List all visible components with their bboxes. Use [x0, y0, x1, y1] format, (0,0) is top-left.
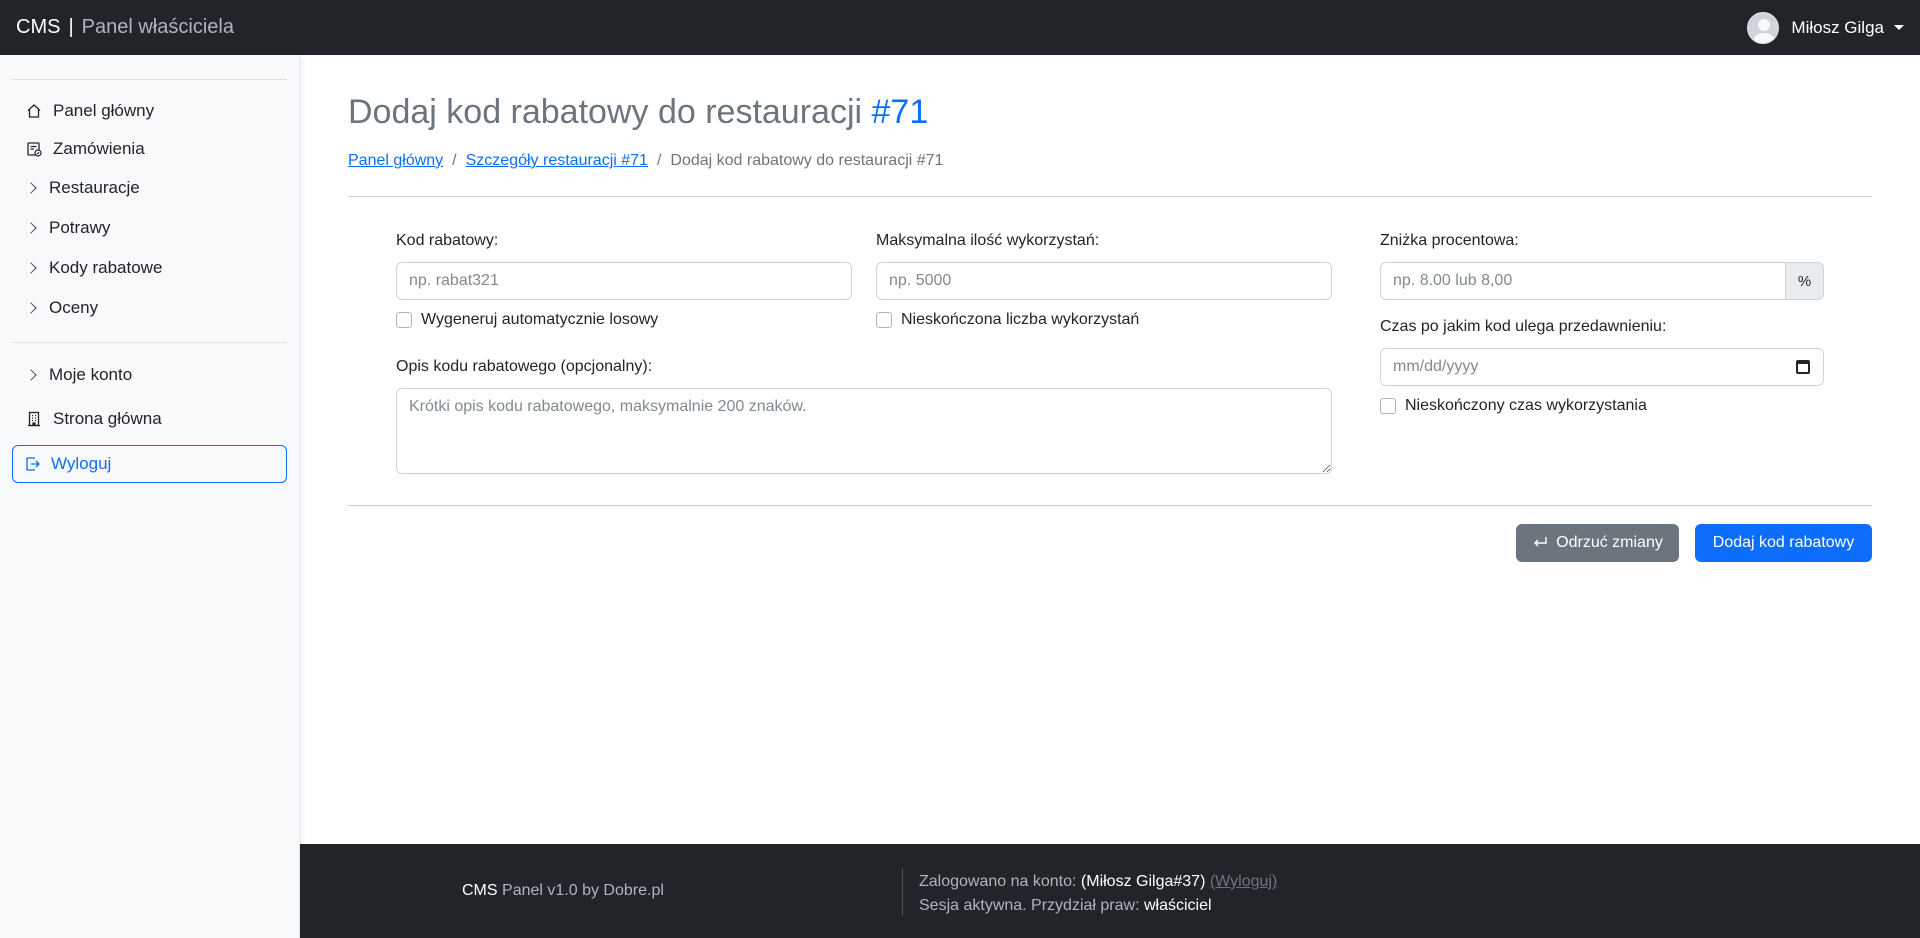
breadcrumb-details-link[interactable]: Szczegóły restauracji #71: [466, 152, 648, 170]
brand-subtitle: Panel właściciela: [81, 16, 234, 38]
breadcrumb-home-link[interactable]: Panel główny: [348, 152, 443, 170]
sidebar-item-label: Potrawy: [49, 218, 111, 237]
page-title-id: #71: [871, 93, 929, 131]
footer-brand: CMS Panel v1.0 by Dobre.pl: [462, 882, 664, 900]
logged-in-prefix: Zalogowano na konto:: [919, 873, 1077, 890]
percent-addon: %: [1785, 262, 1824, 300]
infinite-uses-label: Nieskończona liczba wykorzystań: [901, 311, 1140, 328]
breadcrumb-divider: /: [656, 152, 662, 169]
sidebar-item-dishes[interactable]: Potrawy: [0, 208, 299, 248]
footer-brand-name: CMS: [462, 882, 498, 899]
description-textarea[interactable]: [396, 388, 1332, 474]
infinite-uses-checkbox-row[interactable]: Nieskończona liczba wykorzystań: [876, 311, 1139, 329]
brand-separator: |: [68, 16, 74, 38]
random-code-checkbox[interactable]: [396, 312, 412, 328]
logout-label: Wyloguj: [51, 454, 112, 473]
sidebar-item-dashboard[interactable]: Panel główny: [0, 92, 299, 130]
infinite-time-label: Nieskończony czas wykorzystania: [1405, 397, 1647, 414]
breadcrumb-current: Dodaj kod rabatowy do restauracji #71: [670, 152, 944, 169]
session-role: właściciel: [1143, 897, 1212, 914]
chevron-right-icon: [25, 182, 37, 194]
sidebar-item-label: Zamówienia: [53, 139, 145, 158]
calendar-icon[interactable]: [1796, 360, 1810, 374]
return-icon: [1532, 536, 1548, 550]
user-name: Miłosz Gilga: [1791, 17, 1884, 37]
sidebar-item-label: Kody rabatowe: [49, 258, 163, 277]
sidebar-item-homepage[interactable]: Strona główna: [0, 399, 299, 439]
chevron-right-icon: [25, 222, 37, 234]
caret-down-icon: [1894, 25, 1904, 30]
sidebar-item-label: Strona główna: [53, 409, 162, 428]
sidebar-item-restaurants[interactable]: Restauracje: [0, 168, 299, 208]
sidebar-item-label: Panel główny: [53, 101, 155, 120]
divider-top: [348, 196, 1872, 197]
home-icon: [25, 102, 43, 120]
footer-divider: [902, 868, 903, 916]
sidebar-item-my-account[interactable]: Moje konto: [0, 355, 299, 395]
brand-name: CMS: [16, 16, 61, 38]
sidebar: Panel główny Zamówienia Restauracje Potr…: [0, 55, 300, 938]
orders-icon: [25, 140, 43, 158]
footer: CMS Panel v1.0 by Dobre.pl Zalogowano na…: [300, 844, 1920, 938]
sidebar-item-label: Restauracje: [49, 178, 140, 197]
chevron-right-icon: [25, 302, 37, 314]
sidebar-nav: Panel główny Zamówienia Restauracje Potr…: [0, 92, 299, 328]
chevron-right-icon: [25, 262, 37, 274]
main-content: Dodaj kod rabatowy do restauracji #71 Pa…: [300, 55, 1920, 844]
logged-in-user: (Miłosz Gilga#37): [1080, 873, 1206, 890]
discount-input[interactable]: [1380, 262, 1786, 300]
building-icon: [25, 410, 43, 428]
brand[interactable]: CMS | Panel właściciela: [16, 16, 234, 39]
sidebar-nav-account: Moje konto Strona główna: [0, 355, 299, 439]
chevron-right-icon: [25, 369, 37, 381]
max-uses-label: Maksymalna ilość wykorzystań:: [876, 232, 1100, 249]
code-label: Kod rabatowy:: [396, 232, 499, 249]
infinite-time-checkbox-row[interactable]: Nieskończony czas wykorzystania: [1380, 397, 1647, 415]
breadcrumb-divider: /: [452, 152, 457, 169]
session-prefix: Sesja aktywna. Przydział praw:: [919, 897, 1140, 914]
user-menu-toggle[interactable]: Miłosz Gilga: [1747, 11, 1904, 44]
infinite-time-checkbox[interactable]: [1380, 398, 1396, 414]
sidebar-logout-button[interactable]: Wyloguj: [12, 445, 287, 483]
logout-icon: [25, 456, 41, 472]
submit-label: Dodaj kod rabatowy: [1712, 534, 1855, 551]
sidebar-item-ratings[interactable]: Oceny: [0, 288, 299, 328]
description-label: Opis kodu rabatowego (opcjonalny):: [396, 358, 653, 375]
random-code-checkbox-row[interactable]: Wygeneruj automatycznie losowy: [396, 311, 658, 329]
divider-bottom: [348, 505, 1872, 506]
avatar: [1747, 11, 1780, 44]
discard-label: Odrzuć zmiany: [1556, 534, 1663, 551]
expiry-date-input[interactable]: [1380, 348, 1824, 386]
discard-changes-button[interactable]: Odrzuć zmiany: [1516, 524, 1679, 562]
sidebar-item-label: Oceny: [49, 298, 99, 317]
page-title: Dodaj kod rabatowy do restauracji #71: [348, 93, 928, 132]
footer-version: Panel v1.0 by Dobre.pl: [502, 882, 664, 899]
breadcrumb: Panel główny / Szczegóły restauracji #71…: [348, 152, 943, 170]
expiry-label: Czas po jakim kod ulega przedawnieniu:: [1380, 318, 1667, 335]
code-input[interactable]: [396, 262, 852, 300]
footer-logout-link[interactable]: (Wyloguj): [1210, 873, 1277, 890]
random-code-label: Wygeneruj automatycznie losowy: [421, 311, 659, 328]
page-title-text: Dodaj kod rabatowy do restauracji: [348, 93, 863, 131]
discount-label: Zniżka procentowa:: [1380, 232, 1519, 249]
footer-session-info: Zalogowano na konto: (Miłosz Gilga#37) (…: [919, 870, 1277, 918]
sidebar-item-discount-codes[interactable]: Kody rabatowe: [0, 248, 299, 288]
max-uses-input[interactable]: [876, 262, 1332, 300]
add-discount-code-button[interactable]: Dodaj kod rabatowy: [1695, 524, 1872, 562]
sidebar-item-orders[interactable]: Zamówienia: [0, 130, 299, 168]
top-navbar: CMS | Panel właściciela Miłosz Gilga: [0, 0, 1920, 55]
infinite-uses-checkbox[interactable]: [876, 312, 892, 328]
sidebar-item-label: Moje konto: [49, 365, 133, 384]
